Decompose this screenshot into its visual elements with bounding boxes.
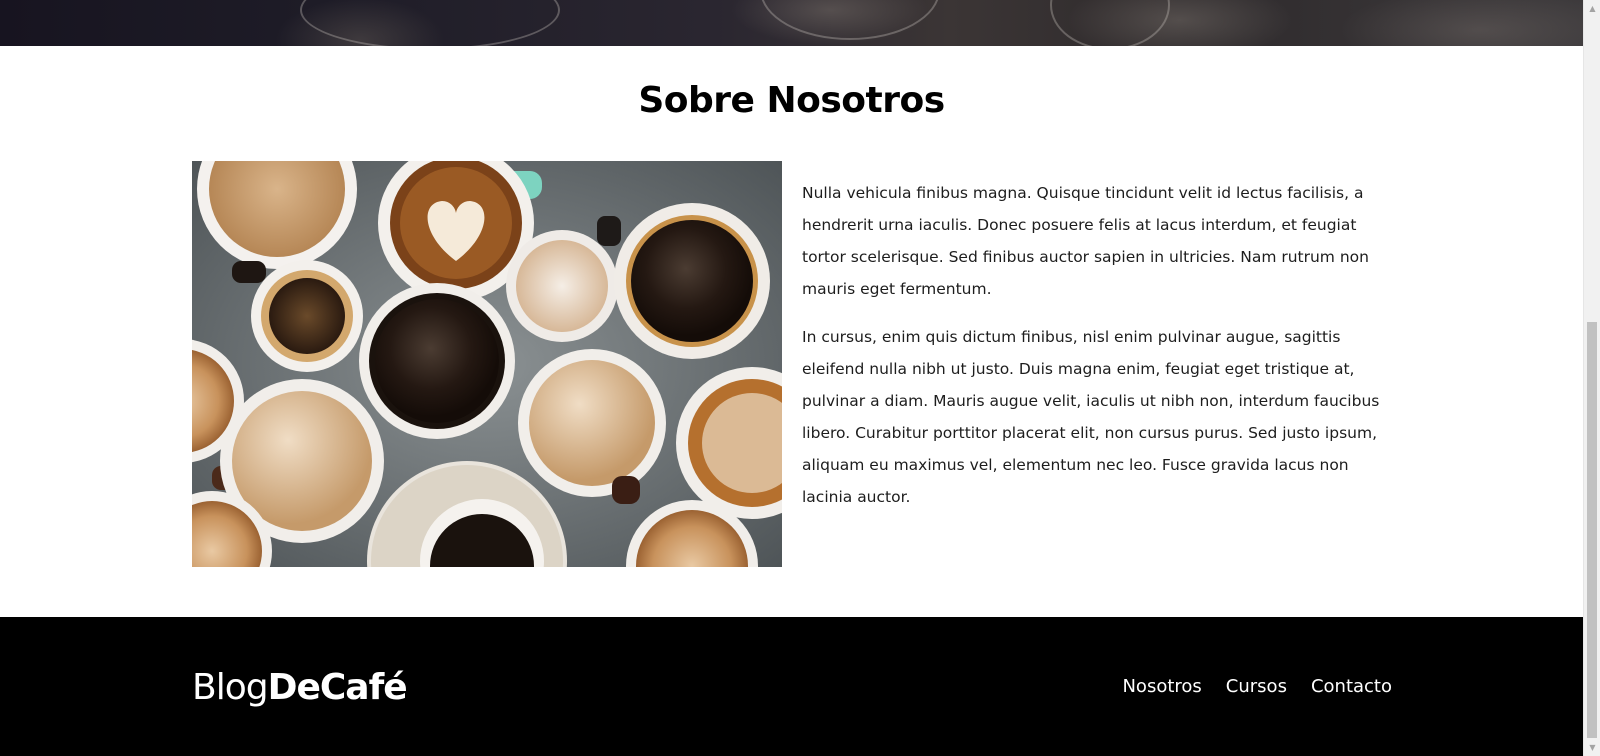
about-text: Nulla vehicula finibus magna. Quisque ti… xyxy=(802,177,1402,529)
footer-nav-contacto[interactable]: Contacto xyxy=(1311,676,1392,697)
page: Sobre Nosotros Nulla vehicula finibus ma… xyxy=(0,0,1583,756)
footer-logo[interactable]: BlogDeCafé xyxy=(192,667,408,708)
logo-light-text: Blog xyxy=(192,667,269,708)
hero-image-strip xyxy=(0,0,1583,46)
logo-bold-text: DeCafé xyxy=(267,667,408,708)
footer: BlogDeCafé Nosotros Cursos Contacto xyxy=(0,617,1583,756)
footer-nav: Nosotros Cursos Contacto xyxy=(1122,676,1392,697)
footer-nav-cursos[interactable]: Cursos xyxy=(1226,676,1287,697)
up-arrow-icon[interactable]: ▲ xyxy=(1584,0,1600,17)
about-paragraph-2: In cursus, enim quis dictum finibus, nis… xyxy=(802,328,1380,506)
down-arrow-icon[interactable]: ▼ xyxy=(1584,739,1600,756)
about-paragraph-1: Nulla vehicula finibus magna. Quisque ti… xyxy=(802,184,1369,298)
coffee-cups-image xyxy=(192,161,782,567)
scrollbar-thumb[interactable] xyxy=(1587,322,1597,738)
section-title: Sobre Nosotros xyxy=(638,80,945,121)
footer-nav-nosotros[interactable]: Nosotros xyxy=(1122,676,1201,697)
vertical-scrollbar[interactable]: ▲ ▼ xyxy=(1583,0,1600,756)
